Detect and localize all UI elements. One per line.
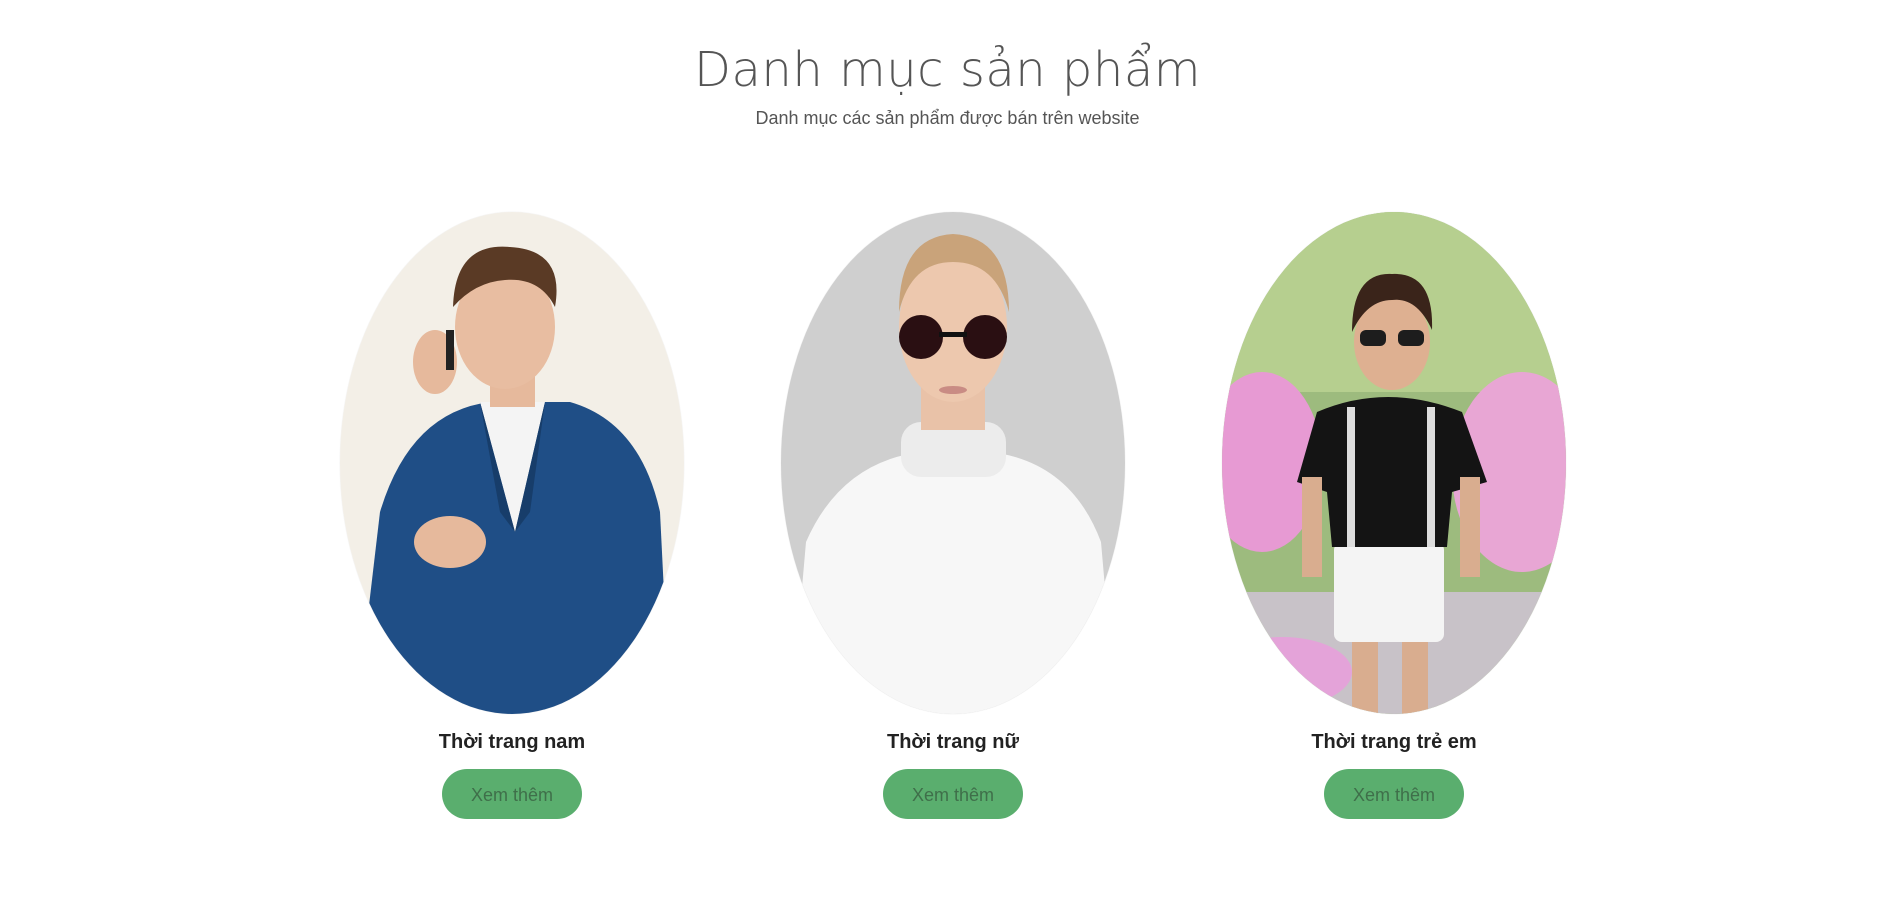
category-image-kids[interactable] [1222,212,1566,714]
category-name-men: Thời trang nam [438,731,586,753]
category-name-kids: Thời trang trẻ em [1311,731,1477,753]
product-categories-section: Danh mục sản phẩm Danh mục các sản phẩm … [0,0,1895,918]
view-more-button-women[interactable]: Xem thêm [883,769,1023,819]
category-image-men[interactable] [340,212,684,714]
category-name-women: Thời trang nữ [886,731,1020,753]
section-subtitle: Danh mục các sản phẩm được bán trên webs… [755,108,1140,128]
category-card-kids: Thời trang trẻ em Xem thêm [1219,212,1569,819]
view-more-button-kids[interactable]: Xem thêm [1324,769,1464,819]
view-more-button-men[interactable]: Xem thêm [442,769,582,819]
section-header: Danh mục sản phẩm Danh mục các sản phẩm … [0,36,1895,130]
section-title: Danh mục sản phẩm [694,42,1201,98]
category-card-women: Thời trang nữ Xem thêm [778,212,1128,819]
category-card-men: Thời trang nam Xem thêm [337,212,687,819]
category-image-women[interactable] [781,212,1125,714]
